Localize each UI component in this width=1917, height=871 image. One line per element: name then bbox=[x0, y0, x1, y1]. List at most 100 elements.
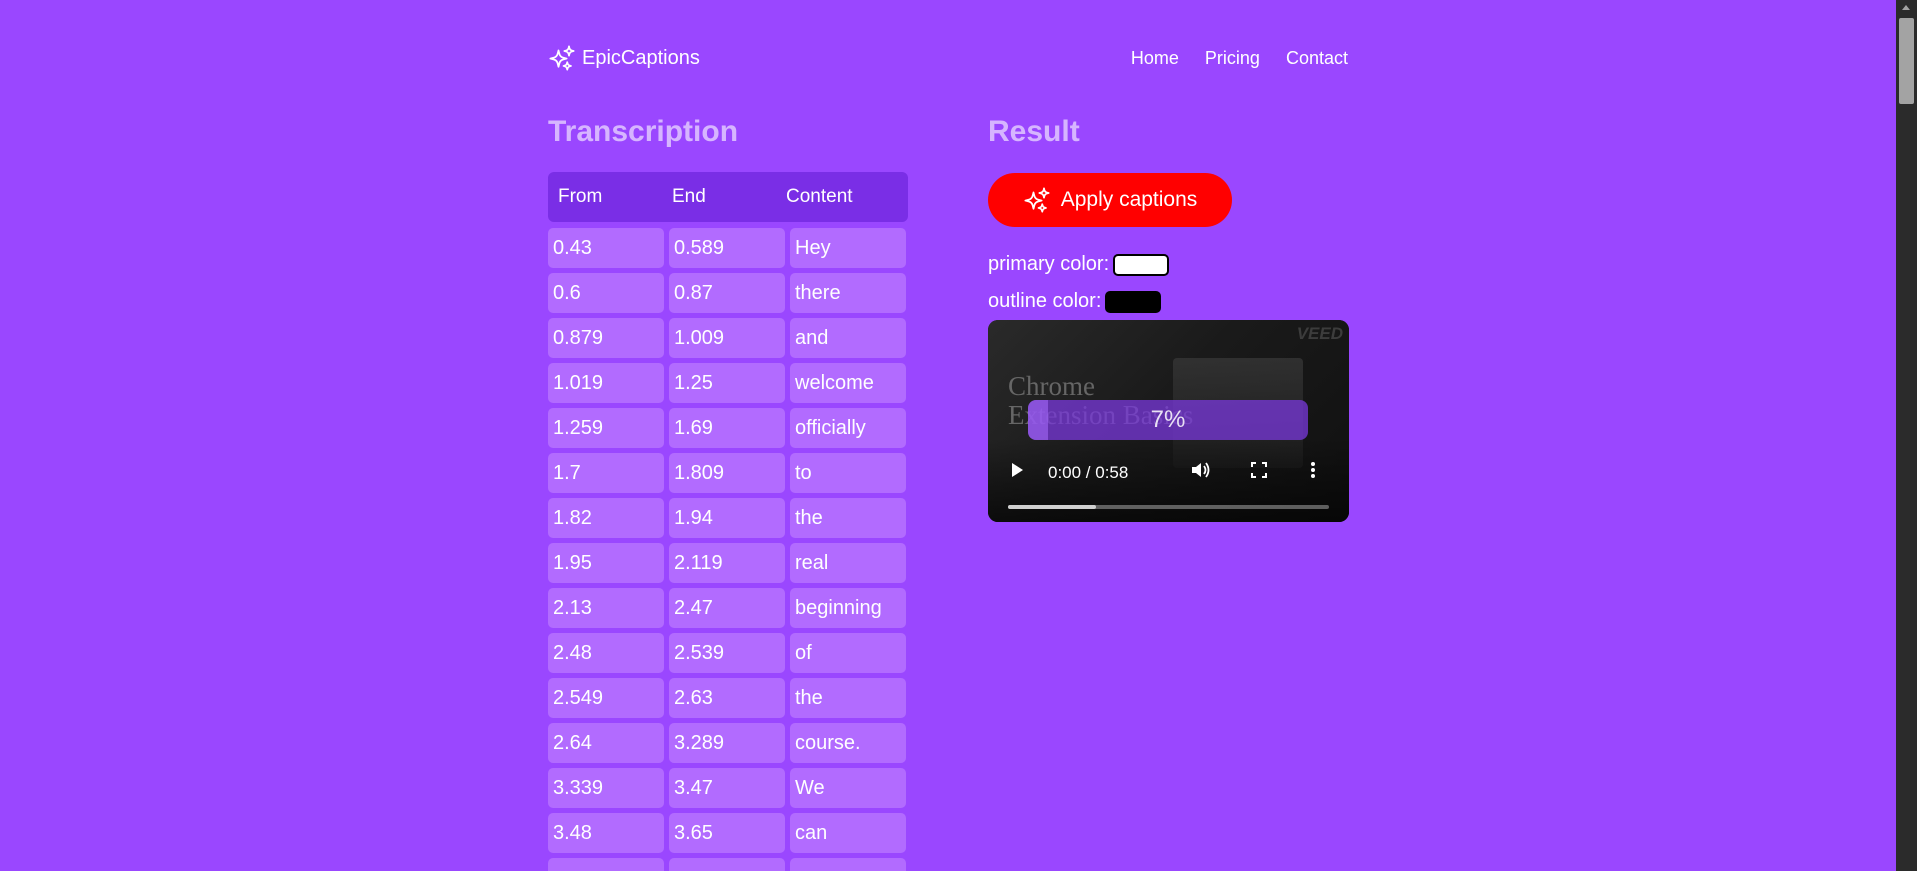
result-title: Result bbox=[988, 115, 1080, 148]
table-row: 1.82 1.94 the bbox=[548, 498, 908, 538]
apply-captions-button[interactable]: Apply captions bbox=[988, 173, 1232, 227]
cell-end[interactable]: 2.119 bbox=[669, 543, 785, 583]
cell-content[interactable]: can bbox=[790, 813, 906, 853]
cell-end[interactable]: 3.65 bbox=[669, 813, 785, 853]
cell-content[interactable] bbox=[790, 858, 906, 871]
cell-content[interactable]: the bbox=[790, 498, 906, 538]
outline-color-picker[interactable] bbox=[1105, 290, 1162, 313]
table-row: 3.339 3.47 We bbox=[548, 768, 908, 808]
nav-pricing-link[interactable]: Pricing bbox=[1205, 48, 1260, 69]
primary-color-label: primary color: bbox=[988, 253, 1110, 275]
cell-from[interactable]: 2.64 bbox=[548, 723, 664, 763]
cell-end[interactable]: 3.47 bbox=[669, 768, 785, 808]
outline-color-label: outline color: bbox=[988, 290, 1102, 312]
cell-end[interactable]: 0.87 bbox=[669, 273, 785, 313]
more-options-icon[interactable] bbox=[1310, 461, 1316, 483]
table-row: 0.43 0.589 Hey bbox=[548, 228, 908, 268]
video-buffered-bar bbox=[1008, 505, 1096, 509]
primary-color-row: primary color: bbox=[988, 253, 1170, 276]
table-row: 3.48 3.65 can bbox=[548, 813, 908, 853]
cell-content[interactable]: course. bbox=[790, 723, 906, 763]
outline-color-row: outline color: bbox=[988, 290, 1162, 313]
cell-from[interactable]: 2.48 bbox=[548, 633, 664, 673]
cell-from[interactable]: 1.82 bbox=[548, 498, 664, 538]
cell-end[interactable]: 1.69 bbox=[669, 408, 785, 448]
cell-end[interactable] bbox=[669, 858, 785, 871]
column-header-from: From bbox=[558, 186, 603, 207]
processing-progress-label: 7% bbox=[1150, 406, 1186, 433]
video-seek-bar[interactable] bbox=[1008, 505, 1329, 509]
cell-from[interactable]: 3.339 bbox=[548, 768, 664, 808]
cell-end[interactable]: 1.009 bbox=[669, 318, 785, 358]
cell-from[interactable]: 1.259 bbox=[548, 408, 664, 448]
brand-logo-link[interactable]: EpicCaptions bbox=[548, 44, 700, 72]
table-row: 2.13 2.47 beginning bbox=[548, 588, 908, 628]
cell-from[interactable] bbox=[548, 858, 664, 871]
cell-content[interactable]: real bbox=[790, 543, 906, 583]
transcription-title: Transcription bbox=[548, 115, 739, 148]
cell-content[interactable]: welcome bbox=[790, 363, 906, 403]
cell-end[interactable]: 2.63 bbox=[669, 678, 785, 718]
nav-home-link[interactable]: Home bbox=[1131, 48, 1179, 69]
table-row: 1.7 1.809 to bbox=[548, 453, 908, 493]
cell-from[interactable]: 0.43 bbox=[548, 228, 664, 268]
table-row: 0.6 0.87 there bbox=[548, 273, 908, 313]
video-watermark: VEED bbox=[1296, 324, 1343, 343]
cell-content[interactable]: We bbox=[790, 768, 906, 808]
table-row bbox=[548, 858, 908, 871]
nav-contact-link[interactable]: Contact bbox=[1286, 48, 1348, 69]
table-header: From End Content bbox=[548, 172, 908, 222]
cell-from[interactable]: 0.879 bbox=[548, 318, 664, 358]
cell-content[interactable]: the bbox=[790, 678, 906, 718]
table-row: 2.64 3.289 course. bbox=[548, 723, 908, 763]
cell-from[interactable]: 3.48 bbox=[548, 813, 664, 853]
brand-name: EpicCaptions bbox=[582, 46, 700, 69]
column-header-end: End bbox=[672, 186, 706, 207]
main-nav: Home Pricing Contact bbox=[1131, 48, 1348, 69]
cell-end[interactable]: 1.25 bbox=[669, 363, 785, 403]
volume-icon[interactable] bbox=[1191, 461, 1211, 483]
cell-end[interactable]: 0.589 bbox=[669, 228, 785, 268]
transcription-table: From End Content 0.43 0.589 Hey 0.6 0.87 ther… bbox=[548, 172, 908, 871]
cell-content[interactable]: beginning bbox=[790, 588, 906, 628]
cell-from[interactable]: 2.549 bbox=[548, 678, 664, 718]
site-header: EpicCaptions Home Pricing Contact bbox=[548, 42, 1348, 74]
cell-end[interactable]: 2.539 bbox=[669, 633, 785, 673]
cell-from[interactable]: 1.95 bbox=[548, 543, 664, 583]
scrollbar-thumb[interactable] bbox=[1899, 18, 1914, 104]
play-icon[interactable] bbox=[1010, 462, 1024, 482]
table-row: 2.48 2.539 of bbox=[548, 633, 908, 673]
cell-end[interactable]: 1.94 bbox=[669, 498, 785, 538]
video-time: 0:00 / 0:58 bbox=[1048, 463, 1129, 482]
cell-end[interactable]: 3.289 bbox=[669, 723, 785, 763]
video-controls: 0:00 / 0:58 bbox=[988, 438, 1349, 522]
table-row: 1.259 1.69 officially bbox=[548, 408, 908, 448]
cell-content[interactable]: there bbox=[790, 273, 906, 313]
sparkles-icon bbox=[549, 45, 575, 71]
cell-from[interactable]: 1.7 bbox=[548, 453, 664, 493]
primary-color-picker[interactable] bbox=[1113, 253, 1170, 276]
scrollbar[interactable] bbox=[1896, 0, 1917, 871]
cell-content[interactable]: to bbox=[790, 453, 906, 493]
cell-end[interactable]: 1.809 bbox=[669, 453, 785, 493]
cell-from[interactable]: 1.019 bbox=[548, 363, 664, 403]
scroll-up-arrow-icon[interactable] bbox=[1902, 5, 1910, 10]
cell-end[interactable]: 2.47 bbox=[669, 588, 785, 628]
video-player[interactable]: Chrome Extension Basics VEED 7% 0:00 / 0… bbox=[988, 320, 1349, 522]
fullscreen-icon[interactable] bbox=[1250, 461, 1268, 483]
table-row: 1.019 1.25 welcome bbox=[548, 363, 908, 403]
cell-content[interactable]: of bbox=[790, 633, 906, 673]
processing-progress: 7% bbox=[1028, 400, 1308, 440]
cell-content[interactable]: Hey bbox=[790, 228, 906, 268]
cell-content[interactable]: officially bbox=[790, 408, 906, 448]
sparkles-icon bbox=[1024, 187, 1050, 213]
apply-captions-label: Apply captions bbox=[1060, 188, 1198, 211]
table-row: 2.549 2.63 the bbox=[548, 678, 908, 718]
cell-from[interactable]: 2.13 bbox=[548, 588, 664, 628]
table-body: 0.43 0.589 Hey 0.6 0.87 there 0.879 1.009 and 1.0… bbox=[548, 228, 908, 871]
cell-from[interactable]: 0.6 bbox=[548, 273, 664, 313]
table-row: 0.879 1.009 and bbox=[548, 318, 908, 358]
page-container: EpicCaptions Home Pricing Contact Transc… bbox=[548, 0, 1349, 871]
cell-content[interactable]: and bbox=[790, 318, 906, 358]
column-header-content: Content bbox=[786, 186, 853, 207]
